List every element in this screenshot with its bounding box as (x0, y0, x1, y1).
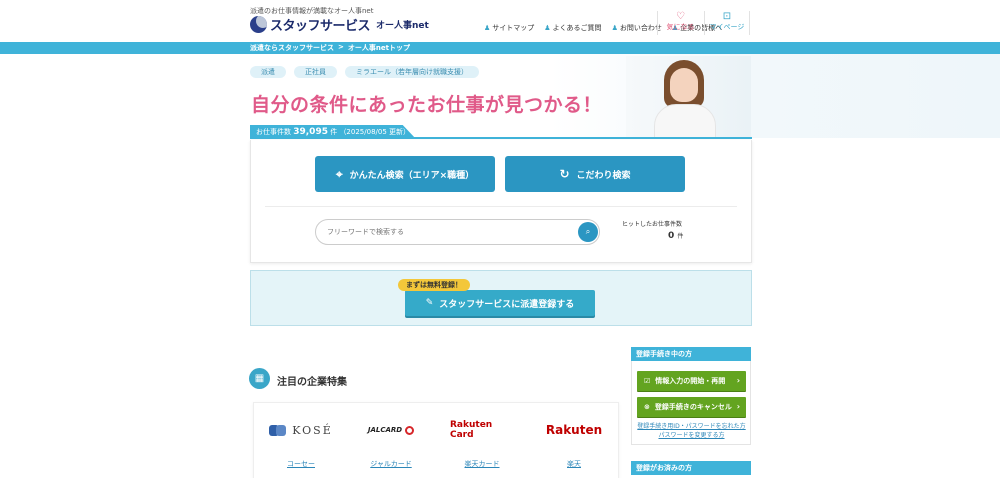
site-logo[interactable]: スタッフサービス オー人事net (250, 15, 429, 34)
featured-title: 注目の企業特集 (277, 377, 347, 388)
pencil-icon: ✎ (425, 298, 434, 308)
forgot-password-links: 登録手続き用ID・パスワードを忘れた方 パスワードを変更する方 (637, 422, 746, 440)
heart-icon: ♡ (676, 11, 685, 22)
chevron-right-icon: › (736, 402, 740, 411)
jal-crane-icon (405, 425, 415, 435)
nav-sitemap[interactable]: ♟ サイトマップ (484, 23, 534, 33)
easy-search-button[interactable]: ⌖ かんたん検索（エリア×職種） (315, 156, 495, 192)
job-count-bar: お仕事件数 39,095 件 （2025/08/05 更新） (250, 125, 752, 139)
chevron-right-icon: › (736, 376, 740, 385)
register-button[interactable]: ✎ スタッフサービスに派遣登録する (405, 290, 595, 316)
favorites-button[interactable]: ♡ 気になる (657, 11, 703, 35)
map-pin-icon: ⌖ (335, 166, 343, 181)
forgot-id-link[interactable]: 登録手続き用ID・パスワードを忘れた方 (637, 422, 746, 431)
logo-sub: オー人事net (376, 21, 429, 31)
sidebar-in-progress-title: 登録手続き中の方 (631, 347, 751, 361)
hit-count-value: 0 (668, 231, 675, 241)
building-icon: ▦ (249, 368, 270, 389)
breadcrumb-bar (0, 42, 1000, 54)
site-header (0, 0, 1000, 42)
kose-logo[interactable]: KOSÉ (268, 422, 334, 438)
job-count: お仕事件数 39,095 件 （2025/08/05 更新） (250, 125, 416, 139)
free-register-badge: まずは無料登録！ (398, 279, 470, 291)
company-link-rakuten-card[interactable]: 楽天カード (450, 459, 514, 469)
breadcrumb-separator: > (338, 43, 344, 51)
cancel-icon: ⊗ (644, 403, 650, 411)
logo-mark-icon (250, 16, 267, 33)
nav-faq[interactable]: ♟ よくあるご質問 (544, 23, 601, 33)
kodawari-search-button[interactable]: ↻ こだわり検索 (505, 156, 685, 192)
job-type-chips: 派遣 正社員 ミラエール（若年層向け就職支援） (250, 66, 479, 78)
change-password-link[interactable]: パスワードを変更する方 (637, 431, 746, 440)
breadcrumb: 派遣ならスタッフサービス > オー人事netトップ (250, 43, 410, 53)
freeword-search-input[interactable] (315, 219, 600, 245)
company-link-jalcard[interactable]: ジャルカード (360, 459, 422, 469)
hit-count-label: ヒットしたお仕事件数 (622, 221, 683, 228)
mypage-icon: ⊡ (722, 11, 732, 22)
chip-miraeru[interactable]: ミラエール（若年層向け就職支援） (345, 66, 479, 78)
chip-haken[interactable]: 派遣 (250, 66, 286, 78)
chip-seishain[interactable]: 正社員 (294, 66, 337, 78)
breadcrumb-current: オー人事netトップ (347, 44, 410, 52)
cancel-registration-button[interactable]: ⊗ 登録手続きのキャンセル › (637, 397, 746, 417)
search-icon[interactable]: ⌕ (578, 222, 598, 242)
job-count-value: 39,095 (293, 127, 328, 137)
nav-contact[interactable]: ♟ お問い合わせ (612, 23, 662, 33)
rakuten-card-logo[interactable]: Rakuten Card (450, 420, 514, 440)
company-link-kose[interactable]: コーセー (268, 459, 334, 469)
jalcard-logo[interactable]: JALCARD (360, 422, 422, 438)
rakuten-logo[interactable]: Rakuten (544, 422, 604, 438)
mypage-button[interactable]: ⊡ マイページ (704, 11, 750, 35)
hit-count: 0 件 (668, 231, 684, 241)
search-divider (265, 206, 737, 207)
start-entry-button[interactable]: ☑ 情報入力の開始・再開 › (637, 371, 746, 391)
logo-text: スタッフサービス (270, 19, 371, 34)
job-count-date: （2025/08/05 更新） (339, 128, 411, 136)
person-icon: ♟ (484, 24, 491, 32)
person-icon: ♟ (544, 24, 551, 32)
sidebar-registered-title: 登録がお済みの方 (631, 461, 751, 475)
kose-mark-icon (269, 424, 287, 436)
company-link-rakuten[interactable]: 楽天 (544, 459, 604, 469)
edit-form-icon: ☑ (644, 377, 651, 385)
refresh-search-icon: ↻ (559, 167, 570, 181)
hero-title: 自分の条件にあったお仕事が見つかる！ (251, 94, 603, 116)
person-icon: ♟ (611, 24, 618, 32)
breadcrumb-home[interactable]: 派遣ならスタッフサービス (250, 43, 334, 53)
